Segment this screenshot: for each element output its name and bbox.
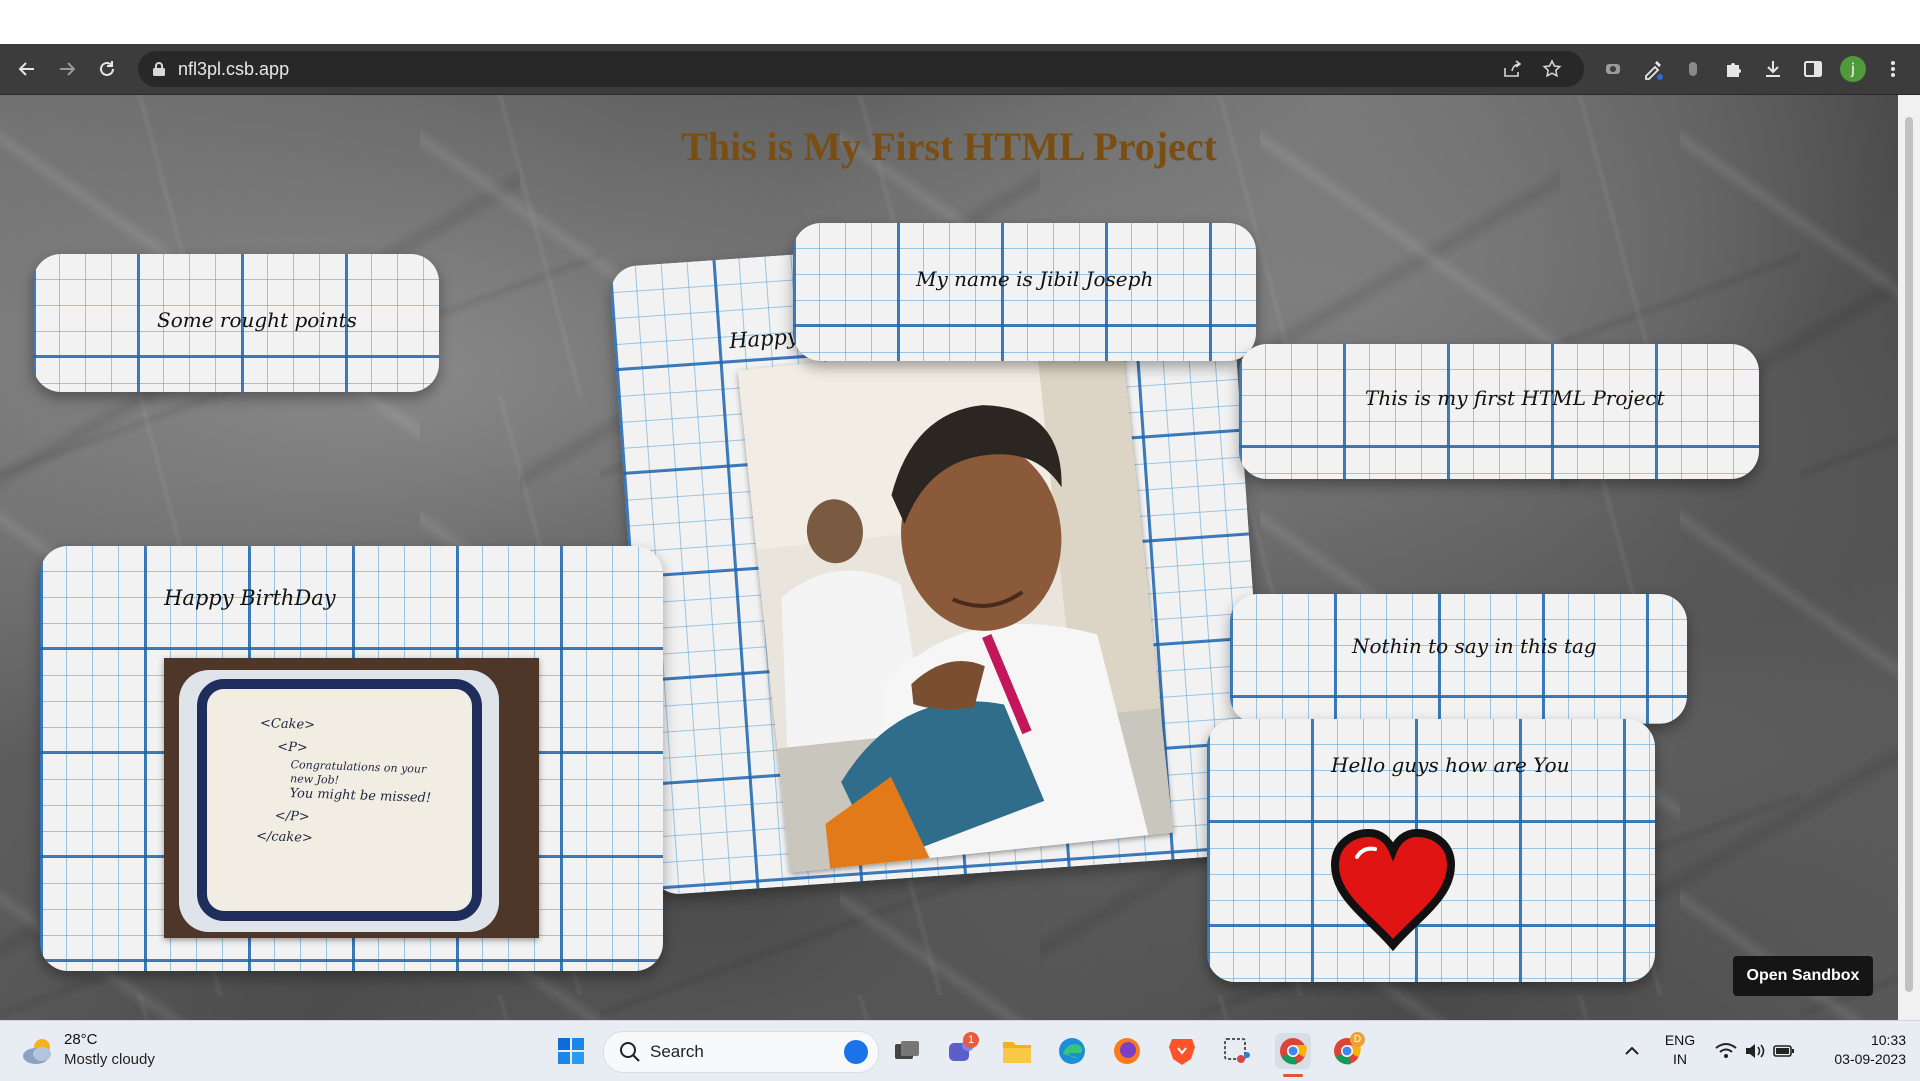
open-sandbox-button[interactable]: Open Sandbox	[1733, 956, 1873, 996]
card-happy-text: Happy	[728, 324, 800, 354]
card-birthday-text: Happy BirthDay	[164, 586, 336, 610]
chrome-profile-badge: D	[1350, 1032, 1365, 1047]
download-icon[interactable]	[1757, 53, 1789, 85]
card-nothing: Nothin to say in this tag	[1230, 594, 1687, 724]
clock-time[interactable]: 10:33	[1806, 1032, 1906, 1048]
browser-toolbar: nfl3pl.csb.app j	[0, 44, 1920, 95]
cake-text-line3: You might be missed!	[289, 786, 432, 807]
language-top[interactable]: ENG	[1660, 1032, 1700, 1048]
reload-icon[interactable]	[91, 53, 123, 85]
windows-start-icon[interactable]	[555, 1035, 587, 1067]
chrome-icon[interactable]	[1275, 1033, 1311, 1069]
cake-text-close-p: </P>	[274, 808, 310, 825]
lock-icon	[152, 61, 166, 82]
card-first-project: This is my first HTML Project	[1239, 344, 1759, 479]
extension-icon[interactable]	[1597, 53, 1629, 85]
chevron-up-icon[interactable]	[1620, 1039, 1644, 1063]
clock-date[interactable]: 03-09-2023	[1806, 1051, 1906, 1067]
card-name-text: My name is Jibil Joseph	[916, 267, 1154, 291]
card-nothing-text: Nothin to say in this tag	[1352, 634, 1597, 658]
scrollbar-thumb[interactable]	[1905, 117, 1913, 992]
menu-dots-icon[interactable]	[1877, 53, 1909, 85]
back-arrow-icon[interactable]	[11, 53, 43, 85]
forward-arrow-icon[interactable]	[51, 53, 83, 85]
avatar: j	[1840, 56, 1866, 82]
card-rough-points: Some rought points	[33, 254, 439, 392]
puzzle-icon[interactable]	[1717, 53, 1749, 85]
page-title: This is My First HTML Project	[681, 124, 1217, 169]
chrome-running-indicator	[1283, 1074, 1303, 1077]
profile-avatar[interactable]: j	[1837, 53, 1869, 85]
page-viewport: This is My First HTML Project Some rough…	[0, 95, 1898, 1020]
battery-icon[interactable]	[1772, 1039, 1796, 1063]
side-panel-icon[interactable]	[1797, 53, 1829, 85]
file-explorer-icon[interactable]	[1000, 1035, 1034, 1067]
card-birthday: Happy BirthDay <Cake> <P> Congratulation…	[40, 546, 663, 971]
cake-photo: <Cake> <P> Congratulations on your new J…	[164, 658, 539, 938]
teams-badge: 1	[963, 1032, 979, 1048]
volume-icon[interactable]	[1743, 1039, 1767, 1063]
wifi-icon[interactable]	[1714, 1039, 1738, 1063]
taskbar-search[interactable]: Search	[603, 1031, 879, 1073]
task-view-icon[interactable]	[890, 1035, 924, 1067]
share-icon[interactable]	[1502, 59, 1522, 84]
address-bar[interactable]: nfl3pl.csb.app	[138, 51, 1584, 87]
weather-description[interactable]: Mostly cloudy	[64, 1051, 155, 1068]
firefox-icon[interactable]	[1110, 1035, 1144, 1067]
language-bottom[interactable]: IN	[1660, 1051, 1700, 1067]
weather-temperature[interactable]: 28°C	[64, 1031, 98, 1048]
card-hello-text: Hello guys how are You	[1331, 753, 1570, 777]
card-hello: Hello guys how are You	[1207, 719, 1655, 982]
page-scrollbar[interactable]	[1898, 95, 1920, 1020]
chrome-profile-icon[interactable]: D	[1330, 1032, 1365, 1067]
search-label: Search	[650, 1042, 704, 1061]
card-first-project-text: This is my first HTML Project	[1365, 386, 1665, 410]
search-icon	[619, 1041, 641, 1068]
brave-icon[interactable]	[1165, 1035, 1199, 1067]
windows-taskbar: 28°C Mostly cloudy Search 1 D ENG IN 10:…	[0, 1020, 1920, 1081]
card-name: My name is Jibil Joseph	[793, 223, 1256, 361]
portrait-photo	[737, 330, 1174, 873]
extension-icon[interactable]	[1677, 53, 1709, 85]
edge-icon[interactable]	[1055, 1035, 1089, 1067]
snipping-tool-icon[interactable]	[1220, 1035, 1254, 1067]
card-rough-points-text: Some rought points	[157, 308, 357, 332]
window-top-strip	[0, 0, 1920, 44]
star-icon[interactable]	[1542, 59, 1562, 84]
weather-cloudy-icon[interactable]	[20, 1035, 56, 1067]
eyedropper-icon[interactable]	[1637, 53, 1669, 85]
teams-icon[interactable]: 1	[944, 1032, 979, 1067]
bing-icon[interactable]	[844, 1040, 868, 1064]
heart-icon	[1330, 828, 1456, 951]
url-text[interactable]: nfl3pl.csb.app	[178, 59, 289, 80]
